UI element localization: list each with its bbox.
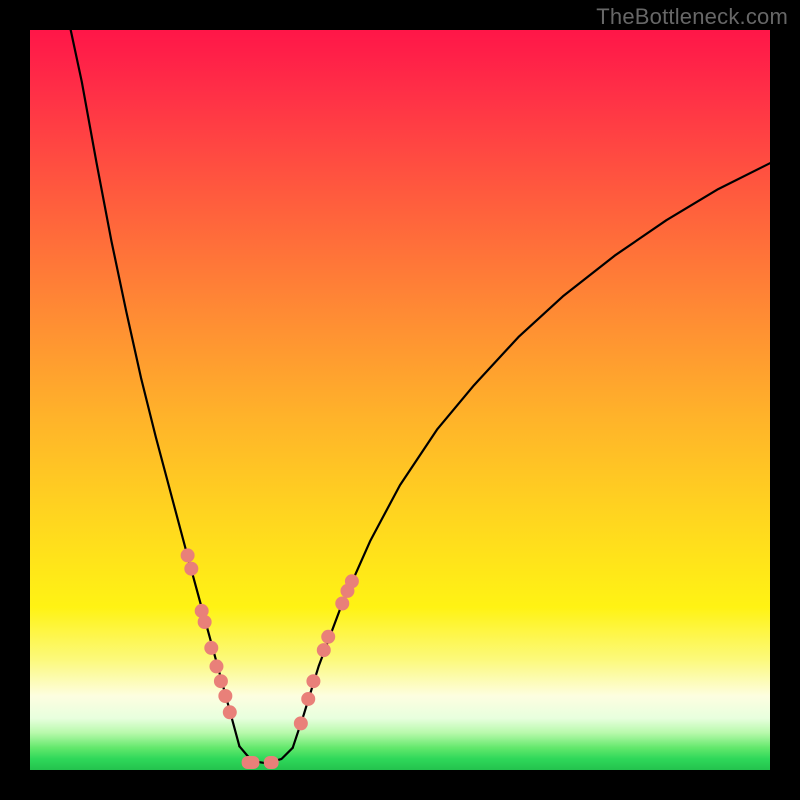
- chart-frame: TheBottleneck.com: [0, 0, 800, 800]
- curve-svg: [30, 30, 770, 770]
- plot-area: [30, 30, 770, 770]
- watermark-text: TheBottleneck.com: [596, 4, 788, 30]
- right-branch-line: [293, 163, 770, 748]
- dots-right: [294, 575, 358, 730]
- left-branch-line: [71, 30, 240, 746]
